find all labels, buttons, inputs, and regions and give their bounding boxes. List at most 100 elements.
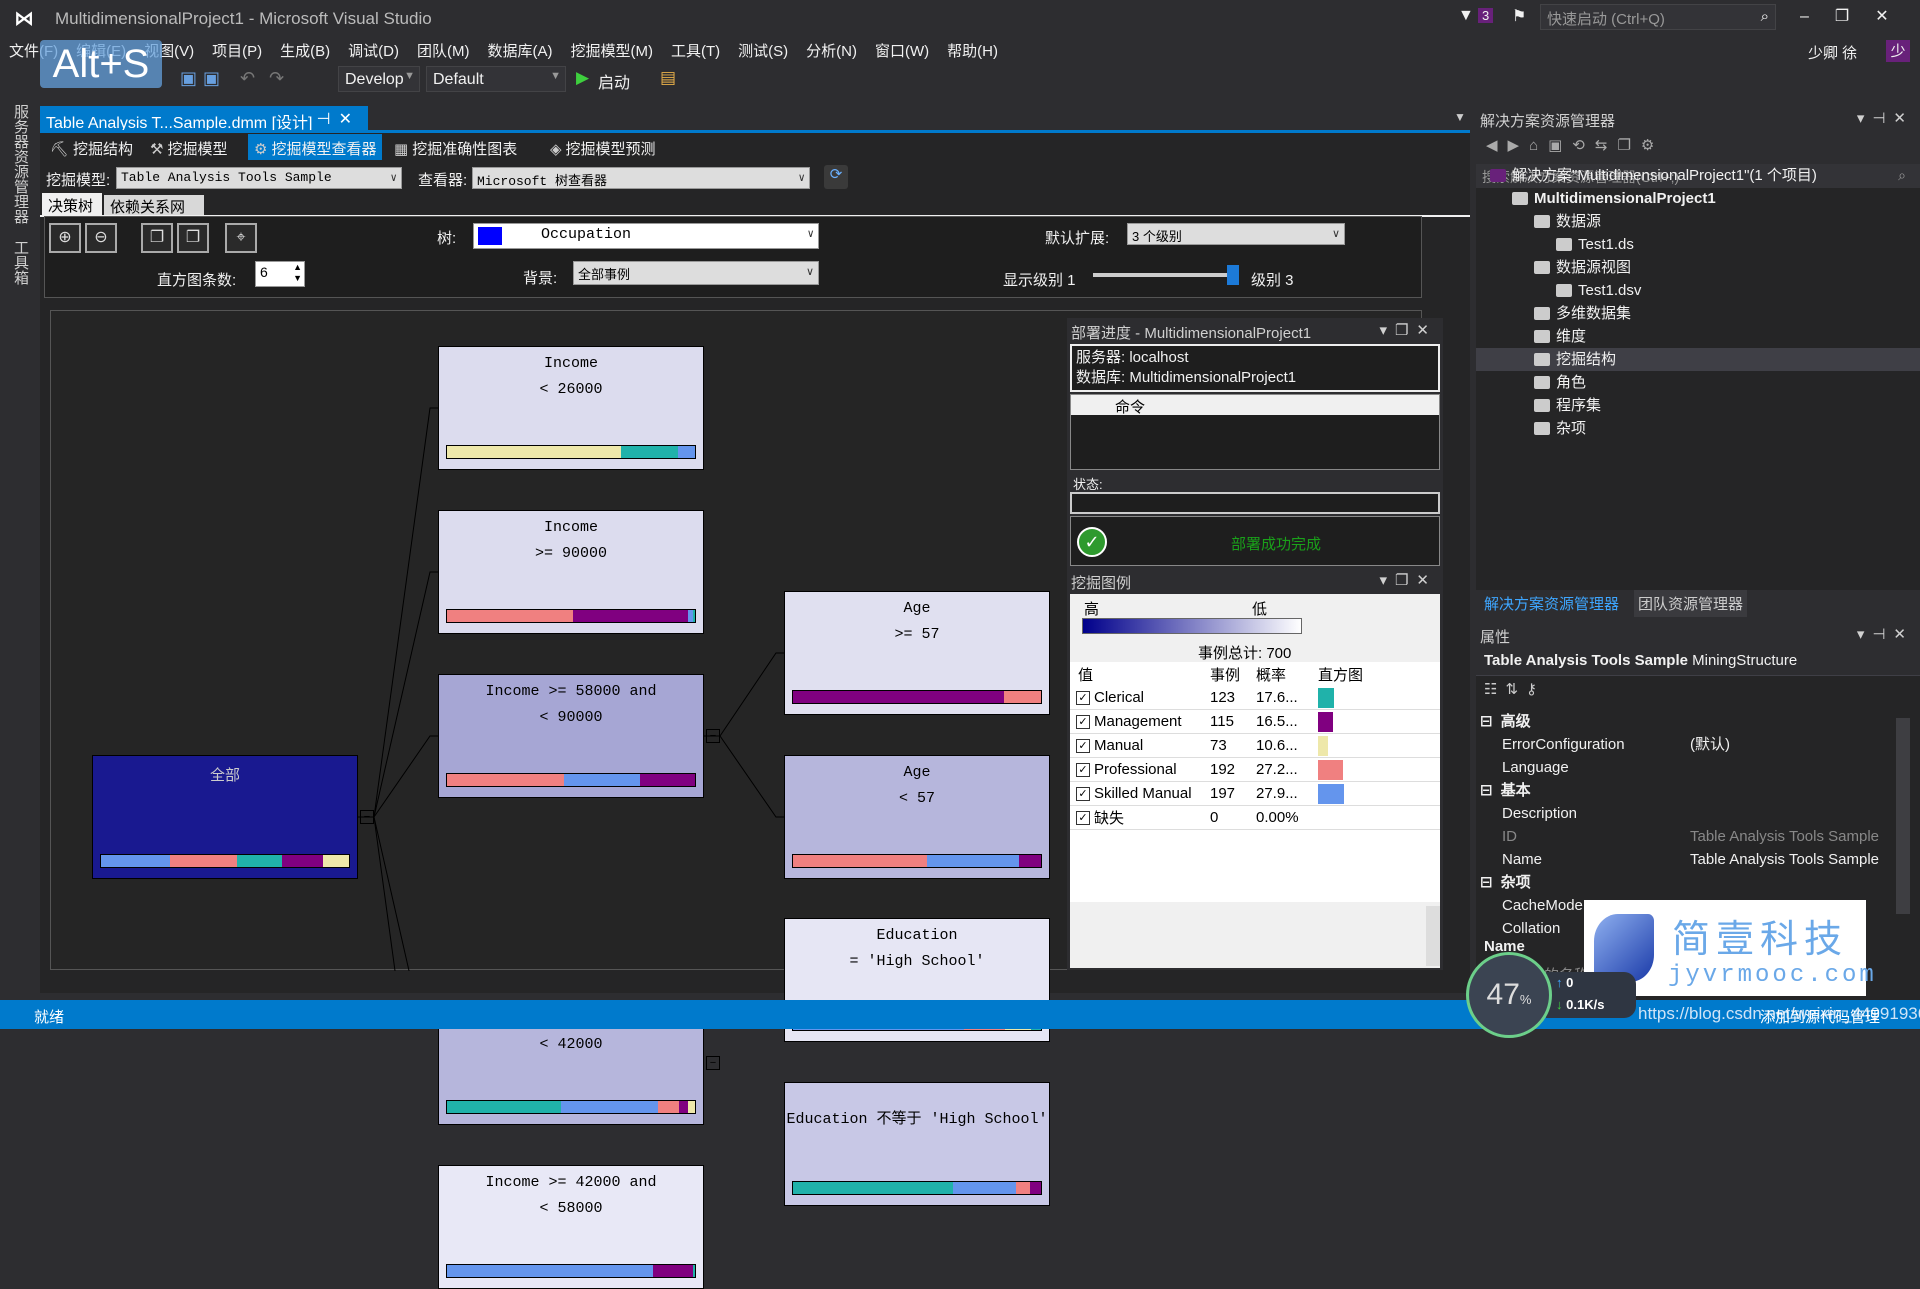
collapse-icon[interactable]: ⊟ [1480, 713, 1493, 730]
solution-tree-item[interactable]: 解决方案"MultidimensionalProject1"(1 个项目) [1476, 164, 1920, 187]
menu-item[interactable]: 数据库(A) [478, 36, 561, 65]
tab-team-explorer[interactable]: 团队资源管理器 [1634, 590, 1748, 617]
tab-decision-tree[interactable]: 决策树 [42, 193, 102, 215]
refresh-icon[interactable]: ⟳ [824, 165, 848, 189]
play-icon[interactable]: ▶ [576, 68, 589, 88]
copy-graph-icon[interactable]: ❐ [177, 223, 209, 253]
background-select[interactable]: 全部事例 ∨ [573, 261, 819, 285]
menu-item[interactable]: 工具(T) [662, 36, 729, 65]
tree-node[interactable]: Income >= 42000 and < 58000 [438, 1165, 704, 1289]
panel-controls[interactable]: ▾❐✕ [1379, 571, 1437, 589]
viewer-select[interactable]: Microsoft 树查看器 ∨ [472, 167, 810, 189]
add-to-source-control[interactable]: 添加到源代码管理 [1760, 1006, 1880, 1027]
menu-item[interactable]: 分析(N) [797, 36, 866, 65]
property-row[interactable]: Language [1480, 756, 1892, 779]
property-row[interactable]: Name Table Analysis Tools Sample [1480, 848, 1892, 871]
menu-item[interactable]: 帮助(H) [938, 36, 1007, 65]
solution-tree-item[interactable]: 角色 [1476, 371, 1920, 394]
level-slider-thumb[interactable] [1227, 265, 1239, 285]
filter-icon[interactable]: ▼ [1458, 7, 1474, 25]
tree-select[interactable]: Occupation ∨ [473, 223, 819, 249]
menu-item[interactable]: 生成(B) [271, 36, 339, 65]
menu-item[interactable]: 调试(D) [339, 36, 408, 65]
tree-node[interactable]: Age >= 57 [784, 591, 1050, 715]
avatar[interactable]: 少 [1886, 40, 1910, 62]
platform-select[interactable]: Default ▼ [426, 66, 566, 92]
checkbox[interactable]: ✓ [1076, 714, 1090, 729]
legend-scrollbar[interactable] [1426, 906, 1440, 966]
collapse-icon[interactable]: ⊟ [1480, 874, 1493, 891]
tree-node[interactable]: Age < 57 [784, 755, 1050, 879]
panel-controls[interactable]: ▾❐✕ [1379, 321, 1437, 339]
tab-dropdown-icon[interactable]: ▼ [1454, 110, 1466, 124]
tree-node[interactable]: Education 不等于 'High School' [784, 1082, 1050, 1206]
copy-icon[interactable]: ❐ [141, 223, 173, 253]
toolbox-tab[interactable]: 工具箱 [10, 240, 31, 285]
property-category[interactable]: ⊟ 高级 [1480, 710, 1892, 733]
start-button[interactable]: 启动 [598, 69, 630, 93]
solution-tree-item[interactable]: 程序集 [1476, 394, 1920, 417]
default-expansion-select[interactable]: 3 个级别 ∨ [1127, 223, 1345, 245]
checkbox[interactable]: ✓ [1076, 690, 1090, 705]
solution-tree-item[interactable]: 数据源视图 [1476, 256, 1920, 279]
document-tab[interactable]: Table Analysis T...Sample.dmm [设计] ⊣✕ [40, 106, 368, 132]
property-row[interactable]: Description [1480, 802, 1892, 825]
solution-tree-item[interactable]: 多维数据集 [1476, 302, 1920, 325]
solution-tree-item[interactable]: 数据源 [1476, 210, 1920, 233]
config-select[interactable]: Develop ▼ [338, 66, 420, 92]
solution-toolbar[interactable]: ◀▶⌂▣⟲⇆❐⚙ [1476, 132, 1920, 164]
solution-tree-item[interactable]: Test1.ds [1476, 233, 1920, 256]
pin-close-icon[interactable]: ⊣✕ [317, 109, 360, 129]
solution-tree-item[interactable]: 维度 [1476, 325, 1920, 348]
fit-icon[interactable]: ⌖ [225, 223, 257, 253]
user-name[interactable]: 少卿 徐 [1808, 42, 1857, 63]
level-slider[interactable] [1093, 265, 1239, 285]
undo-redo-icon[interactable]: ↶↷ [240, 68, 298, 89]
solution-tree-item[interactable]: Test1.dsv [1476, 279, 1920, 302]
collapse-icon[interactable]: ⊟ [1480, 782, 1493, 799]
save-icon[interactable]: ▣▣ [180, 68, 226, 89]
designer-tab[interactable]: ⚒ 挖掘模型 [144, 134, 233, 160]
tree-node[interactable]: Income >= 58000 and < 90000 [438, 674, 704, 798]
tab-solution-explorer[interactable]: 解决方案资源管理器 [1484, 593, 1619, 614]
zoom-out-icon[interactable]: ⊖ [85, 223, 117, 253]
designer-tab[interactable]: ⚙ 挖掘模型查看器 [248, 134, 383, 160]
properties-scrollbar[interactable] [1896, 718, 1910, 914]
window-controls[interactable]: ‒❐✕ [1800, 6, 1915, 26]
solution-tree-item[interactable]: 杂项 [1476, 417, 1920, 440]
panel-controls[interactable]: ▾⊣✕ [1857, 109, 1914, 127]
property-category[interactable]: ⊟ 基本 [1480, 779, 1892, 802]
property-row[interactable]: ID Table Analysis Tools Sample [1480, 825, 1892, 848]
notification-badge[interactable]: 3 [1478, 8, 1494, 23]
histogram-bars-stepper[interactable]: 6 ▲ ▼ [255, 261, 305, 287]
collapse-toggle-icon[interactable]: − [706, 1056, 720, 1070]
collapse-toggle-icon[interactable]: − [360, 810, 374, 824]
properties-toolbar[interactable]: ☷⇅⚷ [1476, 676, 1920, 706]
property-row[interactable]: ErrorConfiguration (默认) [1480, 733, 1892, 756]
deploy-icon[interactable]: ▤ [660, 68, 676, 88]
collapse-toggle-icon[interactable]: − [706, 729, 720, 743]
tree-node[interactable]: 全部 [92, 755, 358, 879]
designer-tab[interactable]: ⛏ 挖掘结构 [44, 134, 139, 160]
tree-node[interactable]: Income >= 90000 [438, 510, 704, 634]
quick-launch-input[interactable]: 快速启动 (Ctrl+Q) ⌕ [1540, 4, 1776, 30]
feedback-icon[interactable]: ⚑ [1512, 6, 1526, 26]
checkbox[interactable]: ✓ [1076, 762, 1090, 777]
property-category[interactable]: ⊟ 杂项 [1480, 871, 1892, 894]
designer-tab[interactable]: ▦ 挖掘准确性图表 [388, 134, 523, 160]
checkbox[interactable]: ✓ [1076, 738, 1090, 753]
server-explorer-tab[interactable]: 服务器资源管理器 [10, 104, 31, 224]
tab-dependency-network[interactable]: 依赖关系网络 [104, 195, 204, 237]
tree-node[interactable]: Income < 26000 [438, 346, 704, 470]
menu-item[interactable]: 挖掘模型(M) [561, 36, 662, 65]
solution-tree-item[interactable]: MultidimensionalProject1 [1476, 187, 1920, 210]
mining-model-select[interactable]: Table Analysis Tools Sample ∨ [116, 167, 402, 189]
menu-item[interactable]: 项目(P) [203, 36, 271, 65]
zoom-in-icon[interactable]: ⊕ [49, 223, 81, 253]
menu-item[interactable]: 团队(M) [408, 36, 479, 65]
solution-tree-item[interactable]: 挖掘结构 [1476, 348, 1920, 371]
menu-item[interactable]: 测试(S) [729, 36, 797, 65]
checkbox[interactable]: ✓ [1076, 786, 1090, 801]
checkbox[interactable]: ✓ [1076, 810, 1090, 825]
panel-controls[interactable]: ▾⊣✕ [1857, 625, 1914, 643]
